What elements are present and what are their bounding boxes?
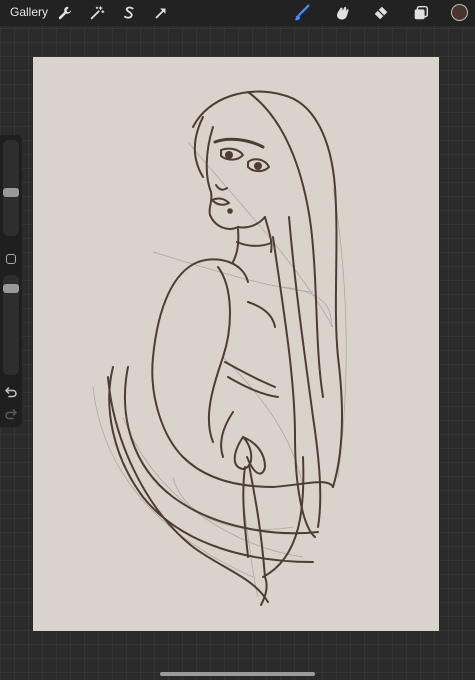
color-picker-button[interactable] bbox=[451, 4, 468, 21]
selection-s-icon[interactable] bbox=[119, 3, 139, 23]
left-sidebar bbox=[0, 135, 22, 427]
drawing-canvas[interactable] bbox=[33, 57, 439, 631]
smudge-icon[interactable] bbox=[332, 3, 352, 23]
modify-button[interactable] bbox=[6, 254, 16, 264]
brush-icon[interactable] bbox=[292, 3, 312, 23]
gallery-button[interactable]: Gallery bbox=[10, 5, 48, 19]
redo-icon[interactable] bbox=[4, 408, 18, 422]
line-art bbox=[107, 90, 343, 606]
eraser-icon[interactable] bbox=[371, 3, 391, 23]
home-indicator[interactable] bbox=[160, 672, 315, 676]
top-toolbar: Gallery bbox=[0, 0, 475, 26]
layers-icon[interactable] bbox=[411, 3, 431, 23]
arrow-cursor-icon[interactable] bbox=[151, 3, 171, 23]
opacity-slider-thumb[interactable] bbox=[3, 284, 19, 294]
wrench-icon[interactable] bbox=[55, 3, 75, 23]
sketch-artwork bbox=[92, 90, 347, 606]
brush-size-slider-thumb[interactable] bbox=[3, 187, 19, 197]
magic-wand-icon[interactable] bbox=[87, 3, 107, 23]
undo-icon[interactable] bbox=[4, 386, 18, 400]
